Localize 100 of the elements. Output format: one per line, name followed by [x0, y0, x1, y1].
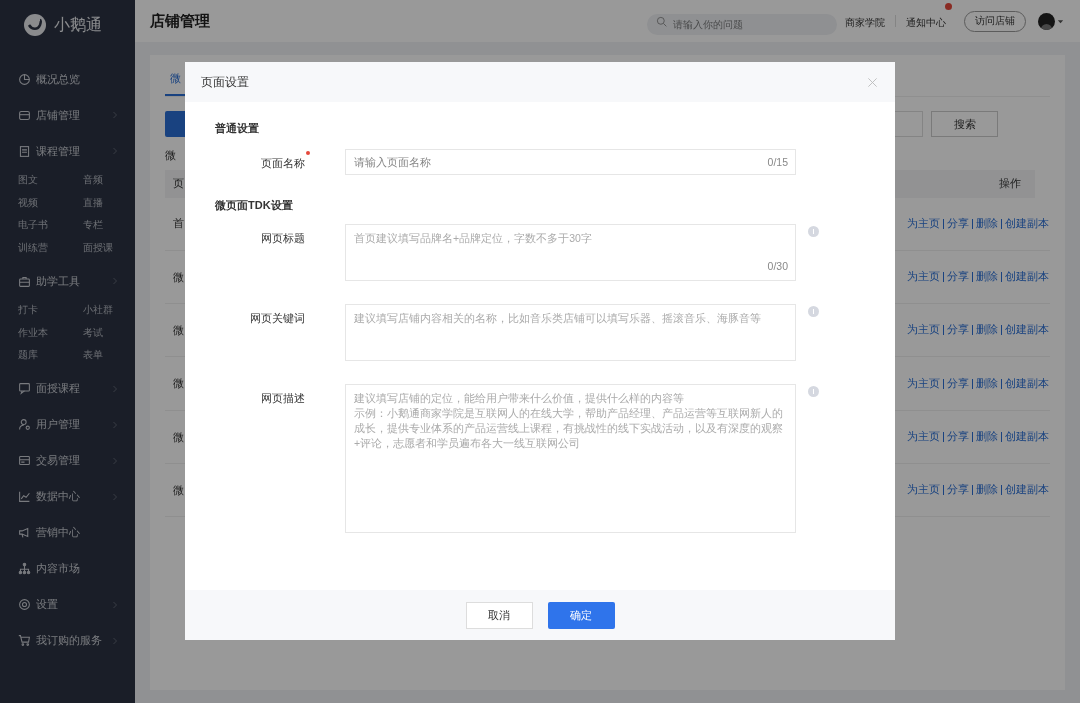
sidebar-subitem[interactable]: 音频 [83, 169, 103, 192]
hierarchy-icon [18, 562, 31, 575]
sidebar-item-label: 概况总览 [36, 71, 81, 87]
sidebar-item-label: 设置 [36, 597, 59, 613]
sidebar-subitem[interactable]: 打卡 [18, 299, 38, 322]
line-chart-icon [18, 490, 31, 503]
action-link[interactable]: 删除 [976, 428, 998, 445]
sidebar-subitem[interactable]: 考试 [83, 321, 103, 344]
sidebar-subitem[interactable]: 训练营 [18, 236, 48, 259]
action-link[interactable]: 分享 [947, 215, 969, 232]
action-link[interactable]: 为主页 [907, 215, 940, 232]
sidebar-item[interactable]: 概况总览 [0, 61, 135, 97]
field-label: 网页关键词 [250, 311, 305, 326]
table-cell-text: 微 [173, 323, 184, 338]
field-label: 网页描述 [261, 391, 305, 406]
text-area[interactable]: 建议填写店铺的定位，能给用户带来什么价值，提供什么样的内容等 示例：小鹅通商家学院是互联网人的在线大学，帮助产品经理、产品运营等互联网新人的成长，提供专业体系的产品运营线上课程，有挑战性的线下实战活动，以及有深度的观察+评论，志愿者和学员遍布各大一线互联网公司 [345, 384, 796, 533]
sidebar-subitem[interactable]: 视频 [18, 191, 38, 214]
table-cell-text: 微 [173, 269, 184, 285]
sidebar-subitem[interactable]: 直播 [83, 191, 103, 214]
sidebar-item[interactable]: 内容市场 [0, 550, 135, 587]
header-link[interactable]: 通知中心 [906, 17, 946, 28]
toolbox-icon [18, 274, 31, 288]
sidebar-item-label: 用户管理 [36, 417, 81, 433]
field-label: 网页标题 [261, 231, 305, 246]
sidebar-item[interactable]: 面授课程 [0, 370, 135, 407]
cart-icon [18, 634, 31, 647]
action-link[interactable]: 删除 [976, 269, 998, 285]
column-header: 页 [173, 176, 184, 192]
action-link[interactable]: 为主页 [907, 322, 940, 339]
caret-down-icon [1057, 17, 1064, 25]
action-link[interactable]: 创建副本 [1005, 269, 1049, 285]
megaphone-icon [18, 526, 31, 539]
sidebar-item[interactable]: 营销中心 [0, 514, 135, 551]
list-caption: 微 [165, 148, 176, 163]
action-link[interactable]: 为主页 [907, 428, 940, 445]
action-link[interactable]: 创建副本 [1005, 215, 1049, 232]
sidebar-item-label: 内容市场 [36, 561, 81, 577]
action-link[interactable]: 创建副本 [1005, 428, 1049, 445]
sidebar-item-label: 课程管理 [36, 143, 81, 159]
sidebar-item-label: 数据中心 [36, 489, 81, 505]
sidebar-item-label: 店铺管理 [36, 107, 81, 123]
sidebar-subitem[interactable]: 表单 [83, 344, 103, 367]
character-counter: 0/30 [767, 259, 788, 275]
section-heading: 普通设置 [215, 121, 260, 136]
sidebar-item[interactable]: 交易管理 [0, 442, 135, 479]
action-link[interactable]: 删除 [976, 215, 998, 232]
text-area[interactable]: 建议填写店铺内容相关的名称，比如音乐类店铺可以填写乐器、摇滚音乐、海豚音等 [345, 304, 796, 361]
sidebar-item[interactable]: 设置 [0, 586, 135, 623]
logo-icon [24, 14, 46, 36]
action-link[interactable]: 删除 [976, 482, 998, 498]
action-link[interactable]: 创建副本 [1005, 322, 1049, 339]
user-icon [18, 418, 31, 431]
search-button[interactable]: 搜索 [931, 111, 998, 137]
table-cell-text: 微 [173, 429, 184, 445]
field-label: 页面名称 [261, 155, 305, 171]
chat-icon [18, 382, 31, 395]
cancel-button[interactable]: 取消 [465, 601, 533, 629]
character-counter: 0/15 [767, 154, 788, 170]
column-header: 操作 [999, 176, 1021, 192]
action-link[interactable]: 分享 [947, 375, 969, 392]
card-icon [18, 454, 31, 467]
sidebar-item[interactable]: 我订购的服务 [0, 622, 135, 659]
sidebar-item-label: 交易管理 [36, 453, 81, 469]
settings-icon [18, 598, 31, 611]
action-link[interactable]: 分享 [947, 322, 969, 339]
sidebar-item[interactable]: 店铺管理 [0, 97, 135, 133]
header-link[interactable]: 商家学院 [845, 17, 885, 28]
page-title: 店铺管理 [150, 10, 210, 31]
sidebar-item[interactable]: 助学工具 [0, 263, 135, 299]
action-link[interactable]: 分享 [947, 428, 969, 445]
action-link[interactable]: 创建副本 [1005, 482, 1049, 498]
action-link[interactable]: 为主页 [907, 482, 940, 498]
dialog-title: 页面设置 [201, 74, 249, 91]
logo-text: 小鹅通 [54, 15, 102, 35]
sidebar-item[interactable]: 课程管理 [0, 133, 135, 169]
table-cell-text: 微 [173, 482, 184, 498]
sidebar-item-label: 助学工具 [36, 273, 81, 289]
sidebar-item[interactable]: 用户管理 [0, 406, 135, 443]
sidebar-subitem[interactable]: 专栏 [83, 214, 103, 237]
confirm-button[interactable]: 确定 [547, 601, 615, 629]
action-link[interactable]: 为主页 [907, 375, 940, 392]
store-icon [18, 108, 31, 122]
close-icon [866, 76, 878, 88]
action-link[interactable]: 删除 [976, 375, 998, 392]
avatar[interactable] [1038, 12, 1055, 30]
sidebar-subitem[interactable]: 作业本 [18, 321, 48, 344]
action-link[interactable]: 删除 [976, 322, 998, 339]
search-field[interactable]: 请输入你的问题 [647, 13, 837, 35]
action-link[interactable]: 创建副本 [1005, 375, 1049, 392]
sidebar-subitem[interactable]: 电子书 [18, 214, 48, 237]
sidebar-subitem[interactable]: 图文 [18, 169, 38, 192]
sidebar-subitem[interactable]: 面授课 [83, 236, 113, 259]
action-link[interactable]: 分享 [947, 269, 969, 285]
sidebar-item-label: 我订购的服务 [36, 633, 103, 649]
action-link[interactable]: 分享 [947, 482, 969, 498]
sidebar-subitem[interactable]: 小社群 [83, 299, 113, 322]
sidebar-item[interactable]: 数据中心 [0, 478, 135, 515]
sidebar-subitem[interactable]: 题库 [18, 344, 38, 367]
sidebar-item-label: 营销中心 [36, 525, 81, 541]
action-link[interactable]: 为主页 [907, 269, 940, 285]
